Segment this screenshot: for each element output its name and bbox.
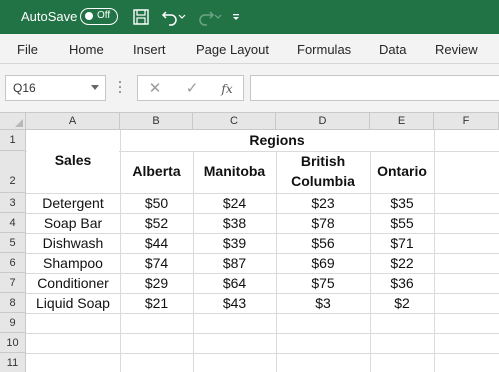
column-header-d[interactable]: D [276,113,370,130]
gridline [26,353,499,354]
resize-handle[interactable] [118,81,122,95]
cell-manitoba[interactable]: $24 [193,195,276,211]
row-header-10[interactable]: 10 [0,333,26,353]
region-manitoba: Manitoba [203,163,266,179]
ribbon-tabs: File Home Insert Page Layout Formulas Da… [0,34,499,64]
cell-ontario[interactable]: $71 [370,235,434,251]
name-box-value: Q16 [13,81,36,95]
autosave-state: Off [97,10,111,21]
row-header-6[interactable]: 6 [0,253,26,273]
formula-bar-area: Q16 ✕ ✓ fx [0,64,499,112]
title-bar: AutoSave Off [0,0,499,34]
cell-product[interactable]: Detergent [26,195,120,211]
check-icon[interactable]: ✓ [183,80,201,98]
cell-alberta[interactable]: $44 [120,235,193,251]
name-box[interactable]: Q16 [5,75,106,101]
gridline [26,293,499,294]
gridline [26,273,499,274]
cell-columbia[interactable]: $75 [276,275,370,291]
column-header-a[interactable]: A [26,113,120,130]
name-box-dropdown-icon[interactable] [91,85,99,90]
cell-manitoba[interactable]: $64 [193,275,276,291]
worksheet-grid[interactable]: A B C D E F 1 2 3 4 5 6 7 8 9 10 11 Sale… [0,112,499,372]
cell-alberta[interactable]: $74 [120,255,193,271]
cell-alberta[interactable]: $21 [120,295,193,311]
row-header-2[interactable]: 2 [0,151,26,193]
formula-input[interactable] [250,75,499,101]
tab-home[interactable]: Home [69,42,104,57]
gridline [26,193,499,194]
cell-manitoba[interactable]: $43 [193,295,276,311]
row-header-7[interactable]: 7 [0,273,26,293]
redo-dropdown-icon [213,7,223,27]
cell-columbia[interactable]: $3 [276,295,370,311]
gridline [26,213,499,214]
customize-toolbar-icon[interactable] [230,7,242,27]
cell-product[interactable]: Dishwash [26,235,120,251]
cell-ontario[interactable]: $35 [370,195,434,211]
cell-product[interactable]: Shampoo [26,255,120,271]
undo-dropdown-icon[interactable] [177,7,187,27]
gridline [26,333,499,334]
row-header-11[interactable]: 11 [0,353,26,372]
cell-alberta[interactable]: $52 [120,215,193,231]
tab-formulas[interactable]: Formulas [297,42,351,57]
toggle-knob [85,12,93,20]
insert-function-button[interactable]: fx [218,80,236,98]
tab-insert[interactable]: Insert [133,42,166,57]
select-all-button[interactable] [0,113,26,130]
cell-ontario[interactable]: $22 [370,255,434,271]
cell-product[interactable]: Conditioner [26,275,120,291]
tab-file[interactable]: File [17,42,38,57]
cell-ontario[interactable]: $55 [370,215,434,231]
row-header-3[interactable]: 3 [0,193,26,213]
cell-manitoba[interactable]: $38 [193,215,276,231]
column-header-e[interactable]: E [370,113,434,130]
cell-ontario[interactable]: $36 [370,275,434,291]
gridline [26,233,499,234]
tab-data[interactable]: Data [379,42,406,57]
gridline [26,253,499,254]
gridline [434,130,435,372]
cell-alberta[interactable]: $50 [120,195,193,211]
cell-product[interactable]: Soap Bar [26,215,120,231]
column-header-f[interactable]: F [434,113,499,130]
gridline [26,313,499,314]
autosave-toggle[interactable]: Off [80,8,118,25]
close-icon[interactable]: ✕ [146,80,164,98]
cell-ontario[interactable]: $2 [370,295,434,311]
row-header-4[interactable]: 4 [0,213,26,233]
sales-header: Sales [54,152,92,168]
save-icon[interactable] [131,7,151,27]
cell-columbia[interactable]: $78 [276,215,370,231]
region-alberta: Alberta [132,163,181,179]
tab-review[interactable]: Review [435,42,478,57]
cell-alberta[interactable]: $29 [120,275,193,291]
cell-columbia[interactable]: $23 [276,195,370,211]
cell-manitoba[interactable]: $39 [193,235,276,251]
row-header-9[interactable]: 9 [0,313,26,333]
region-british: British [300,153,346,169]
tab-page-layout[interactable]: Page Layout [196,42,269,57]
region-ontario: Ontario [377,163,427,179]
region-columbia: Columbia [291,173,355,189]
row-header-5[interactable]: 5 [0,233,26,253]
cell-product[interactable]: Liquid Soap [26,295,120,311]
column-header-b[interactable]: B [120,113,193,130]
regions-header: Regions [249,132,305,148]
row-header-1[interactable]: 1 [0,130,26,151]
cell-columbia[interactable]: $69 [276,255,370,271]
formula-buttons: ✕ ✓ fx [137,75,244,101]
cell-columbia[interactable]: $56 [276,235,370,251]
autosave-label: AutoSave [21,9,78,24]
row-header-8[interactable]: 8 [0,293,26,313]
cell-manitoba[interactable]: $87 [193,255,276,271]
column-header-c[interactable]: C [193,113,276,130]
